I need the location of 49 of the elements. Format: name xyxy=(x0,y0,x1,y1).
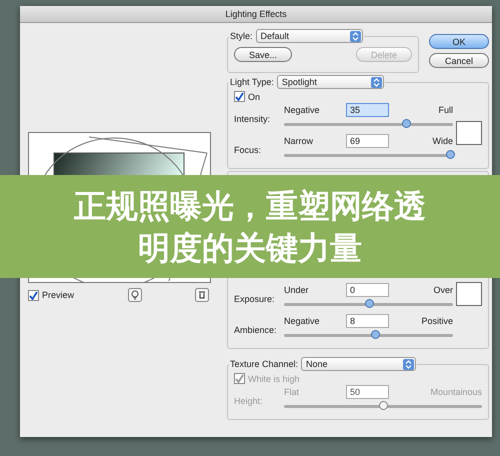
style-dropdown[interactable]: Default xyxy=(256,29,363,43)
slider-thumb[interactable] xyxy=(446,150,455,159)
slider-thumb[interactable] xyxy=(371,330,380,339)
slider-label: Focus: xyxy=(234,144,262,155)
slider-thumb[interactable] xyxy=(402,119,411,128)
window-title: Lighting Effects xyxy=(225,9,287,19)
stepper-icon xyxy=(403,358,414,370)
max-label: Mountainous xyxy=(429,387,482,397)
group-label: Light Type: xyxy=(230,77,274,87)
max-label: Positive xyxy=(420,316,453,326)
on-label: On xyxy=(248,92,260,102)
stepper-icon xyxy=(370,76,382,88)
cancel-button[interactable]: Cancel xyxy=(429,53,489,68)
group-label: Texture Channel: xyxy=(230,359,298,369)
group-label: Style: xyxy=(230,31,253,41)
min-label: Negative xyxy=(284,316,321,326)
slider-label: Height: xyxy=(234,395,264,406)
preview-label: Preview xyxy=(42,290,74,300)
stepper-icon xyxy=(350,30,361,42)
max-label: Over xyxy=(432,285,453,295)
slider-label: Intensity: xyxy=(234,113,272,124)
checkbox[interactable] xyxy=(28,290,39,300)
min-label: Negative xyxy=(284,105,321,115)
min-label: Under xyxy=(284,285,310,295)
slider-label: Exposure: xyxy=(234,293,276,304)
checkbox-label: White is high xyxy=(248,374,300,384)
max-label: Full xyxy=(437,105,453,115)
texture-channel-dropdown[interactable]: None xyxy=(301,357,416,371)
value-field[interactable]: 8 xyxy=(346,314,389,328)
max-label: Wide xyxy=(431,136,453,146)
checkbox[interactable] xyxy=(234,91,245,102)
slider-label: Ambience: xyxy=(234,324,278,335)
color-swatch[interactable] xyxy=(456,282,482,306)
ok-button[interactable]: OK xyxy=(429,34,489,49)
headline-text: 正规照曝光，重塑网络透明度的关键力量 xyxy=(74,186,426,268)
value-field[interactable]: 69 xyxy=(346,134,389,148)
value-field[interactable]: 0 xyxy=(346,283,389,297)
checkmark-icon xyxy=(235,92,244,101)
save-button[interactable]: Save... xyxy=(234,47,292,62)
min-label: Narrow xyxy=(284,136,314,146)
checkmark-icon xyxy=(235,374,244,383)
value-field[interactable]: 35 xyxy=(346,103,389,117)
light-bulb-icon xyxy=(128,288,142,302)
light-type-dropdown[interactable]: Spotlight xyxy=(276,75,384,89)
min-label: Flat xyxy=(284,387,300,397)
trash-icon xyxy=(194,288,209,302)
slider-thumb[interactable] xyxy=(364,299,374,308)
color-swatch[interactable] xyxy=(456,121,482,145)
checkmark-icon xyxy=(29,290,38,300)
